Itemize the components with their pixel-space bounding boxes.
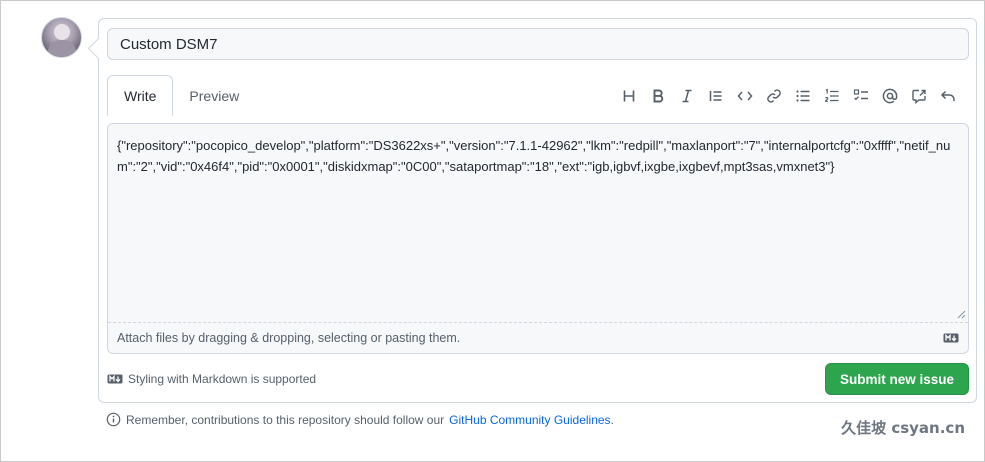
unordered-list-icon[interactable] bbox=[788, 85, 817, 107]
quote-icon[interactable] bbox=[701, 85, 730, 107]
markdown-icon bbox=[107, 374, 123, 384]
undo-icon[interactable] bbox=[933, 85, 962, 107]
link-icon[interactable] bbox=[759, 85, 788, 107]
avatar[interactable] bbox=[41, 17, 82, 58]
editor-tabs: Write Preview bbox=[107, 75, 255, 116]
resize-handle-icon[interactable] bbox=[957, 310, 966, 319]
info-icon bbox=[106, 412, 121, 427]
heading-icon[interactable] bbox=[614, 85, 643, 107]
form-footer: Styling with Markdown is supported Submi… bbox=[107, 363, 969, 395]
markdown-icon bbox=[943, 333, 959, 343]
code-icon[interactable] bbox=[730, 85, 759, 107]
tab-write[interactable]: Write bbox=[107, 75, 174, 116]
issue-title-input[interactable]: Custom DSM7 bbox=[107, 28, 969, 60]
issue-body-text[interactable]: {"repository":"pocopico_develop","platfo… bbox=[117, 135, 962, 177]
markdown-hint[interactable]: Styling with Markdown is supported bbox=[107, 372, 316, 386]
contribution-notice: Remember, contributions to this reposito… bbox=[106, 412, 614, 427]
watermark-text: 久佳坡 csyan.cn bbox=[841, 419, 965, 437]
submit-new-issue-button[interactable]: Submit new issue bbox=[825, 363, 969, 395]
task-list-icon[interactable] bbox=[846, 85, 875, 107]
mention-icon[interactable] bbox=[875, 85, 904, 107]
attach-files-bar[interactable]: Attach files by dragging & dropping, sel… bbox=[108, 322, 968, 353]
markdown-hint-text[interactable]: Styling with Markdown is supported bbox=[128, 372, 316, 386]
markdown-toolbar bbox=[614, 85, 962, 107]
notice-period: . bbox=[610, 412, 614, 427]
issue-body-textarea[interactable]: {"repository":"pocopico_develop","platfo… bbox=[107, 123, 969, 354]
tab-preview[interactable]: Preview bbox=[173, 75, 255, 116]
contribution-notice-text: Remember, contributions to this reposito… bbox=[126, 412, 445, 427]
reference-icon[interactable] bbox=[904, 85, 933, 107]
ordered-list-icon[interactable] bbox=[817, 85, 846, 107]
bold-icon[interactable] bbox=[643, 85, 672, 107]
new-issue-form: Custom DSM7 Write Preview {"repository":… bbox=[98, 18, 977, 403]
attach-files-text[interactable]: Attach files by dragging & dropping, sel… bbox=[117, 331, 460, 345]
italic-icon[interactable] bbox=[672, 85, 701, 107]
community-guidelines-link[interactable]: GitHub Community Guidelines bbox=[449, 413, 610, 427]
